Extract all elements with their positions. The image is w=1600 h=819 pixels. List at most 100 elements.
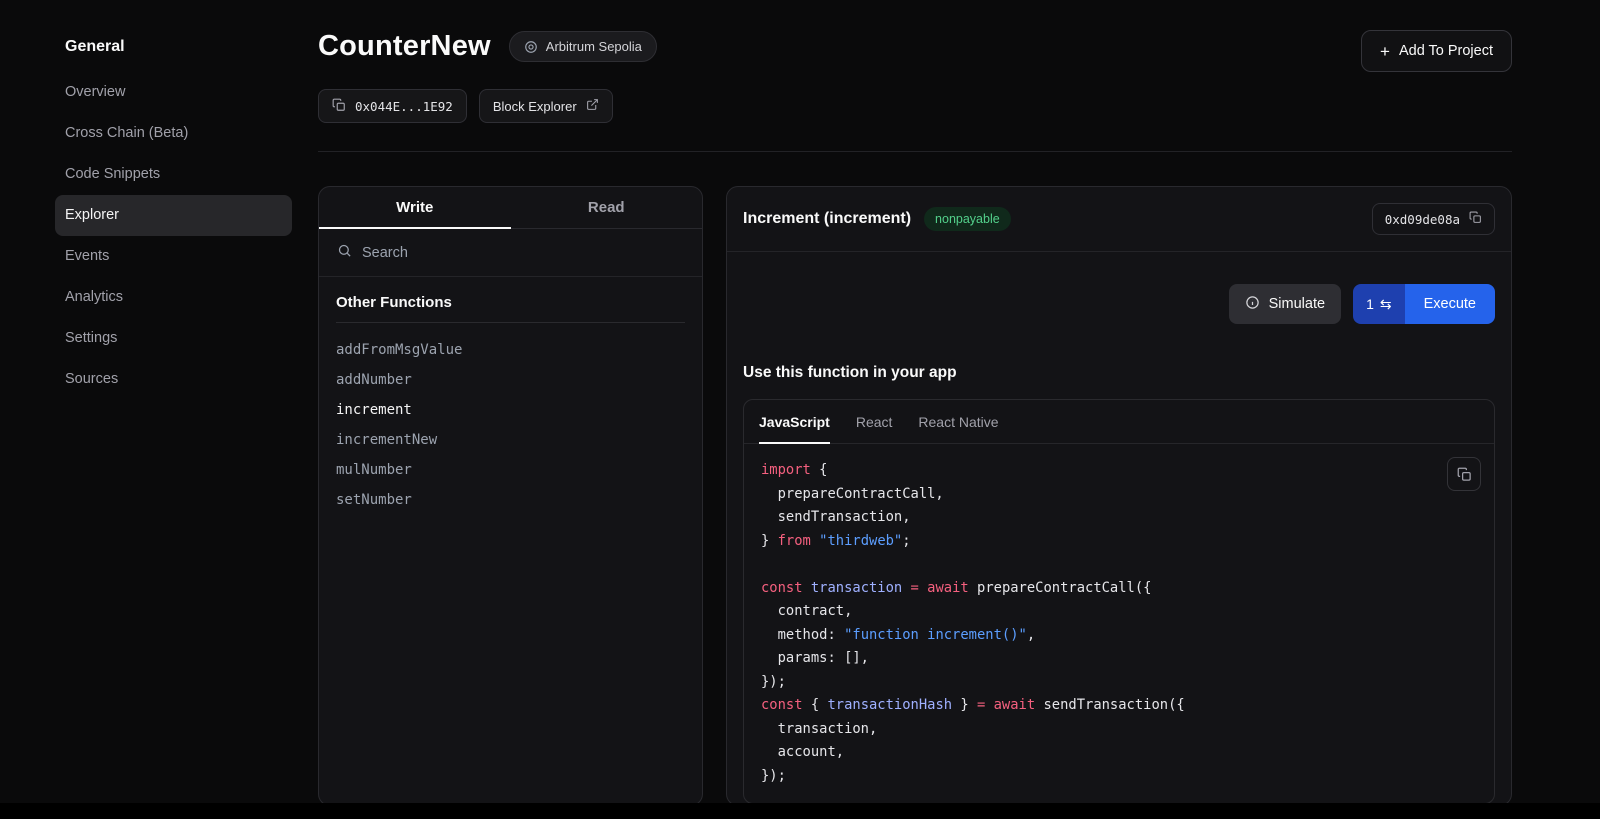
code-line: }); (761, 765, 1477, 789)
sidebar-header: General (55, 32, 292, 72)
title-group: CounterNew Arbitrum Sepolia (318, 30, 657, 63)
code-token (803, 580, 811, 596)
info-icon (1245, 295, 1260, 314)
execute-count-badge[interactable]: 1 ⇆ (1353, 284, 1405, 324)
sidebar-item-cross-chain-beta[interactable]: Cross Chain (Beta) (55, 113, 292, 154)
code-tabs: JavaScript React React Native (744, 400, 1494, 444)
block-explorer-label: Block Explorer (493, 99, 577, 114)
search-input[interactable] (362, 245, 684, 261)
code-token: contract, (761, 603, 852, 619)
function-selector: 0xd09de08a (1385, 212, 1460, 227)
add-to-project-button[interactable]: + Add To Project (1361, 30, 1512, 72)
code-token: transactionHash (827, 697, 952, 713)
state-mutability-badge: nonpayable (924, 207, 1011, 231)
code-token: }); (761, 768, 786, 784)
function-search-row (319, 229, 702, 277)
code-card: JavaScript React React Native import { p… (743, 399, 1495, 804)
function-selector-button[interactable]: 0xd09de08a (1372, 203, 1495, 235)
function-item-mulnumber[interactable]: mulNumber (336, 455, 685, 485)
code-line: prepareContractCall, (761, 483, 1477, 507)
code-token: = (911, 580, 919, 596)
tab-react-native[interactable]: React Native (918, 400, 998, 444)
function-title: Increment (increment) (743, 210, 911, 228)
execute-button-group: 1 ⇆ Execute (1353, 284, 1495, 324)
function-item-incrementnew[interactable]: incrementNew (336, 425, 685, 455)
code-line: import { (761, 459, 1477, 483)
code-token: prepareContractCall({ (969, 580, 1152, 596)
app-root: General OverviewCross Chain (Beta)Code S… (0, 0, 1600, 819)
sidebar-item-sources[interactable]: Sources (55, 359, 292, 400)
tab-write[interactable]: Write (319, 187, 511, 229)
code-token: await (994, 697, 1036, 713)
copy-icon (1469, 211, 1482, 227)
network-badge-label: Arbitrum Sepolia (546, 39, 642, 54)
sidebar-item-analytics[interactable]: Analytics (55, 277, 292, 318)
code-token (985, 697, 993, 713)
copy-icon (332, 98, 346, 115)
tab-javascript[interactable]: JavaScript (759, 400, 830, 444)
plus-icon: + (1380, 43, 1390, 60)
network-badge[interactable]: Arbitrum Sepolia (509, 31, 657, 62)
execute-count: 1 (1366, 296, 1374, 312)
sidebar-item-code-snippets[interactable]: Code Snippets (55, 154, 292, 195)
sidebar-nav: OverviewCross Chain (Beta)Code SnippetsE… (55, 72, 292, 400)
code-line (761, 553, 1477, 577)
code-line: transaction, (761, 718, 1477, 742)
code-line: contract, (761, 600, 1477, 624)
code-token: sendTransaction, (761, 509, 911, 525)
function-item-addfrommsgvalue[interactable]: addFromMsgValue (336, 335, 685, 365)
contract-address-button[interactable]: 0x044E...1E92 (318, 89, 467, 123)
code-line: const { transactionHash } = await sendTr… (761, 694, 1477, 718)
code-token: transaction (811, 580, 902, 596)
execute-button[interactable]: Execute (1405, 284, 1495, 324)
code-snippet: import { prepareContractCall, sendTransa… (761, 459, 1477, 788)
sidebar: General OverviewCross Chain (Beta)Code S… (0, 0, 292, 819)
code-token: { (803, 697, 828, 713)
code-line: } from "thirdweb"; (761, 530, 1477, 554)
code-token: await (927, 580, 969, 596)
code-line: const transaction = await prepareContrac… (761, 577, 1477, 601)
code-line: sendTransaction, (761, 506, 1477, 530)
function-detail-header: Increment (increment) nonpayable 0xd09de… (727, 187, 1511, 251)
code-token: } (952, 697, 977, 713)
code-token: const (761, 580, 803, 596)
actions-row: Simulate 1 ⇆ Execute (727, 252, 1511, 324)
code-copy-button[interactable] (1447, 457, 1481, 491)
code-line: method: "function increment()", (761, 624, 1477, 648)
code-token: ; (902, 533, 910, 549)
add-to-project-label: Add To Project (1399, 43, 1493, 59)
function-detail-panel: Increment (increment) nonpayable 0xd09de… (726, 186, 1512, 806)
code-token: , (1027, 627, 1035, 643)
bottom-strip (0, 803, 1600, 819)
contract-meta-row: 0x044E...1E92 Block Explorer (318, 89, 1512, 123)
code-token: "function increment()" (844, 627, 1027, 643)
simulate-button[interactable]: Simulate (1229, 284, 1341, 324)
sidebar-item-explorer[interactable]: Explorer (55, 195, 292, 236)
function-item-increment[interactable]: increment (336, 395, 685, 425)
other-functions-title: Other Functions (336, 294, 685, 311)
write-read-tabs: Write Read (319, 187, 702, 229)
code-line: params: [], (761, 647, 1477, 671)
network-icon (524, 40, 538, 54)
function-item-addnumber[interactable]: addNumber (336, 365, 685, 395)
function-item-setnumber[interactable]: setNumber (336, 485, 685, 515)
main-content: CounterNew Arbitrum Sepolia + Add To Pro… (292, 0, 1600, 819)
contract-address: 0x044E...1E92 (355, 99, 453, 114)
tab-react[interactable]: React (856, 400, 893, 444)
sidebar-item-settings[interactable]: Settings (55, 318, 292, 359)
sidebar-item-events[interactable]: Events (55, 236, 292, 277)
code-line: }); (761, 671, 1477, 695)
code-token: method: (761, 627, 844, 643)
code-token: transaction, (761, 721, 877, 737)
block-explorer-button[interactable]: Block Explorer (479, 89, 613, 123)
code-token: params: [], (761, 650, 869, 666)
swap-icon: ⇆ (1380, 296, 1392, 313)
code-token: }); (761, 674, 786, 690)
external-link-icon (586, 98, 599, 114)
code-token: account, (761, 744, 844, 760)
code-area: import { prepareContractCall, sendTransa… (744, 444, 1494, 803)
function-list: addFromMsgValueaddNumberincrementincreme… (319, 323, 702, 527)
tab-read[interactable]: Read (511, 187, 703, 229)
sidebar-item-overview[interactable]: Overview (55, 72, 292, 113)
code-token: { (811, 462, 828, 478)
